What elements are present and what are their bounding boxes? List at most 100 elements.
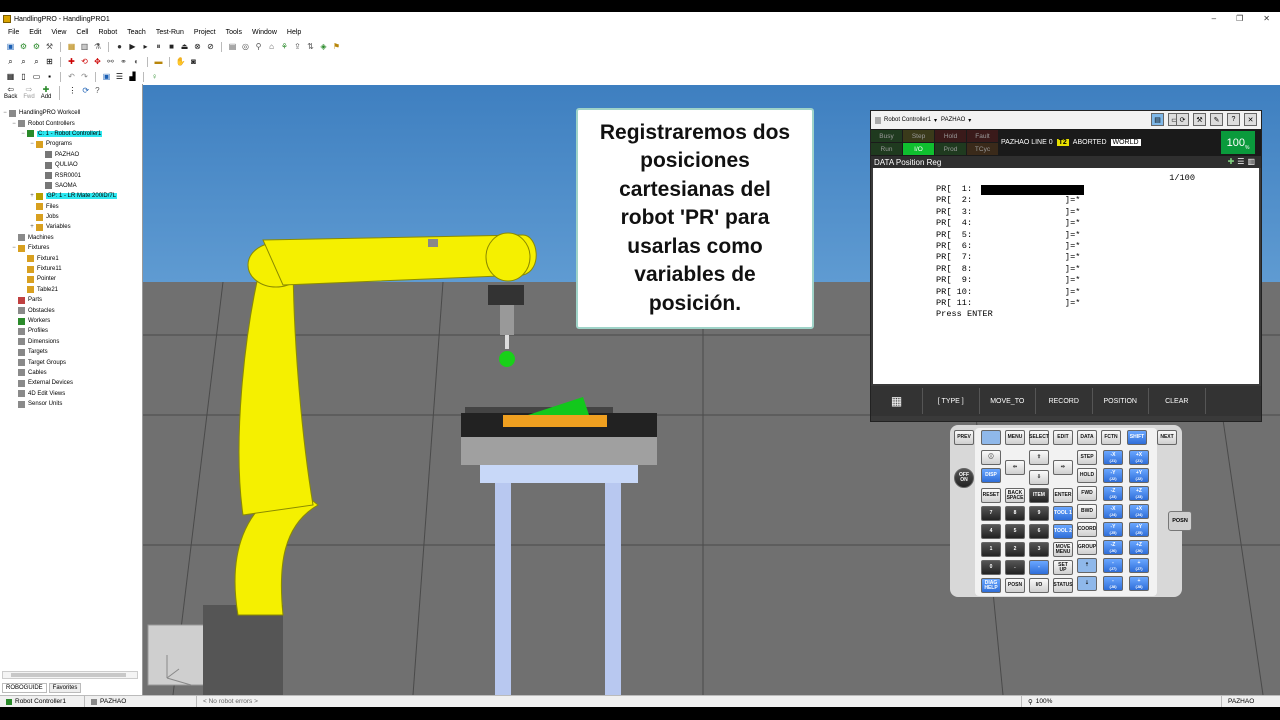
expand-toggle-icon[interactable]: − bbox=[20, 131, 26, 137]
key-7[interactable]: 7 bbox=[981, 506, 1001, 521]
add-button[interactable]: ✚ Add bbox=[41, 86, 52, 101]
key-6[interactable]: 6 bbox=[1029, 524, 1049, 539]
tree-scrollbar-thumb[interactable] bbox=[11, 673, 126, 677]
key-info-icon[interactable]: ⓘ bbox=[981, 450, 1001, 465]
tree-item[interactable]: + GP: 1 - LR Mate 200iD/7L bbox=[2, 191, 140, 201]
key-next[interactable]: NEXT bbox=[1157, 430, 1177, 445]
jog-key[interactable]: +Z (J3) bbox=[1129, 486, 1149, 501]
tree-item[interactable]: External Devices bbox=[2, 378, 140, 388]
redo-icon[interactable]: ↷ bbox=[80, 72, 89, 81]
key-tool2[interactable]: TOOL 2 bbox=[1053, 524, 1073, 539]
grid-icon[interactable]: ▤ bbox=[228, 42, 237, 51]
zoom-out-icon[interactable]: ⌕ bbox=[32, 57, 41, 66]
hand-icon[interactable]: ✋ bbox=[176, 57, 186, 66]
tree-item[interactable]: Workers bbox=[2, 316, 140, 326]
key-1[interactable]: 1 bbox=[981, 542, 1001, 557]
arrow-down-icon[interactable]: ⇩ bbox=[1029, 470, 1049, 485]
position-register-row[interactable]: PR[ 6: ]=* bbox=[936, 241, 1080, 252]
position-register-row[interactable]: PR[ 8: ]=* bbox=[936, 264, 1080, 275]
jog-key[interactable]: -Y (J2) bbox=[1103, 468, 1123, 483]
pendant-screen[interactable]: 1/100 PR[ 1: ]=*PR[ 2: ]=*PR[ 3: ]=*PR[ … bbox=[873, 168, 1259, 384]
list-icon[interactable]: ☰ bbox=[1237, 157, 1244, 166]
pin-icon[interactable]: ⚲ bbox=[254, 42, 263, 51]
key-0[interactable]: 0 bbox=[981, 560, 1001, 575]
key-diag-help[interactable]: DIAG HELP bbox=[981, 578, 1001, 593]
pause-icon[interactable]: ⏸ bbox=[154, 42, 163, 51]
key-io[interactable]: I/O bbox=[1029, 578, 1049, 593]
zoom-plus-icon[interactable]: ✚ bbox=[1228, 157, 1235, 166]
key-move-menu[interactable]: MOVE MENU bbox=[1053, 542, 1073, 557]
key-minus[interactable]: - bbox=[1029, 560, 1049, 575]
position-register-row[interactable]: PR[ 11: ]=* bbox=[936, 298, 1080, 309]
position-register-row[interactable]: PR[ 10: ]=* bbox=[936, 287, 1080, 298]
key-2[interactable]: 2 bbox=[1005, 542, 1025, 557]
tree-item[interactable]: RSR0001 bbox=[2, 170, 140, 180]
select-tool-icon[interactable]: ▣ bbox=[6, 42, 15, 51]
jog-key[interactable]: -X (J1) bbox=[1103, 450, 1123, 465]
add-machine-icon[interactable]: ⚙ bbox=[32, 42, 41, 51]
tree-item[interactable]: Target Groups bbox=[2, 357, 140, 367]
program-selector[interactable]: PAZHAO ▾ bbox=[941, 117, 971, 124]
key-select[interactable]: SELECT bbox=[1029, 430, 1049, 445]
jog-key[interactable]: -Z (J3) bbox=[1103, 486, 1123, 501]
play-icon[interactable]: ▶ bbox=[128, 42, 137, 51]
key-jog-speed-down-icon[interactable]: ⇣ bbox=[1077, 576, 1097, 591]
lightbulb-icon[interactable]: ♀ bbox=[150, 72, 159, 81]
jog-key[interactable]: -Y (J5) bbox=[1103, 522, 1123, 537]
fkey-move-to[interactable]: MOVE_TO bbox=[980, 388, 1036, 414]
key-enter[interactable]: ENTER bbox=[1053, 488, 1073, 503]
key-disp[interactable]: DISP bbox=[981, 468, 1001, 483]
key-tool1[interactable]: TOOL 1 bbox=[1053, 506, 1073, 521]
expand-toggle-icon[interactable]: − bbox=[29, 141, 35, 147]
run-mode-icon[interactable]: ● bbox=[115, 42, 124, 51]
tree-item[interactable]: Table21 bbox=[2, 285, 140, 295]
expand-toggle-icon[interactable]: − bbox=[11, 121, 17, 127]
expand-toggle-icon[interactable]: + bbox=[29, 193, 35, 199]
add-obstacle-icon[interactable]: ▥ bbox=[80, 42, 89, 51]
eject-icon[interactable]: ⏏ bbox=[180, 42, 189, 51]
refresh-icon[interactable]: ⟳ bbox=[82, 86, 89, 100]
key-bwd[interactable]: BWD bbox=[1077, 504, 1097, 519]
key-item[interactable]: ITEM bbox=[1029, 488, 1049, 503]
key-setup[interactable]: SET UP bbox=[1053, 560, 1073, 575]
key-blank[interactable] bbox=[981, 430, 1001, 445]
teach-icon[interactable]: ⌂ bbox=[267, 42, 276, 51]
fkey-clear[interactable]: CLEAR bbox=[1149, 388, 1206, 414]
camera-view-icon[interactable]: ◐ bbox=[132, 57, 141, 66]
tree-item[interactable]: Targets bbox=[2, 347, 140, 357]
tree-item[interactable]: QULIAO bbox=[2, 160, 140, 170]
arrow-left-icon[interactable]: ⇦ bbox=[1005, 460, 1025, 475]
save-icon[interactable]: ▪ bbox=[45, 72, 54, 81]
key-5[interactable]: 5 bbox=[1005, 524, 1025, 539]
undo-icon[interactable]: ↶ bbox=[67, 72, 76, 81]
menu-window[interactable]: Window bbox=[252, 29, 277, 36]
tree-item[interactable]: + Variables bbox=[2, 222, 140, 232]
add-fixture-icon[interactable]: ⚒ bbox=[45, 42, 54, 51]
tree-scrollbar[interactable] bbox=[2, 671, 138, 679]
link-icon[interactable]: ⚭ bbox=[119, 57, 128, 66]
add-part-icon[interactable]: ▦ bbox=[67, 42, 76, 51]
split-screen-icon[interactable]: ▥ bbox=[1247, 157, 1255, 166]
tree-item[interactable]: 4D Edit Views bbox=[2, 389, 140, 399]
maximize-button[interactable]: ❐ bbox=[1236, 14, 1243, 23]
key-group[interactable]: GROUP bbox=[1077, 540, 1097, 555]
key-off-on[interactable]: OFF ON bbox=[954, 468, 974, 488]
back-button[interactable]: ⇦ Back bbox=[4, 86, 17, 101]
jog-key[interactable]: +Y (J5) bbox=[1129, 522, 1149, 537]
key-fwd[interactable]: FWD bbox=[1077, 486, 1097, 501]
zoom-in-icon[interactable]: ⌕ bbox=[19, 57, 28, 66]
jog-key[interactable]: -X (J4) bbox=[1103, 504, 1123, 519]
jog-key[interactable]: +X (J1) bbox=[1129, 450, 1149, 465]
fkey-blank[interactable] bbox=[1206, 388, 1262, 414]
tab-roboguide[interactable]: ROBOGUIDE bbox=[2, 683, 47, 693]
key-3[interactable]: 3 bbox=[1029, 542, 1049, 557]
tree-item[interactable]: − HandlingPRO Workcell bbox=[2, 108, 140, 118]
add-robot-icon[interactable]: ⚙ bbox=[19, 42, 28, 51]
jog-key[interactable]: -Z (J6) bbox=[1103, 540, 1123, 555]
key-fctn[interactable]: FCTN bbox=[1101, 430, 1121, 445]
pendant-jog-icon[interactable]: ⚒ bbox=[1193, 113, 1206, 126]
expand-toggle-icon[interactable]: − bbox=[11, 245, 17, 251]
key-8[interactable]: 8 bbox=[1005, 506, 1025, 521]
key-shift[interactable]: SHIFT bbox=[1127, 430, 1147, 445]
pan-icon[interactable]: ✥ bbox=[93, 57, 102, 66]
